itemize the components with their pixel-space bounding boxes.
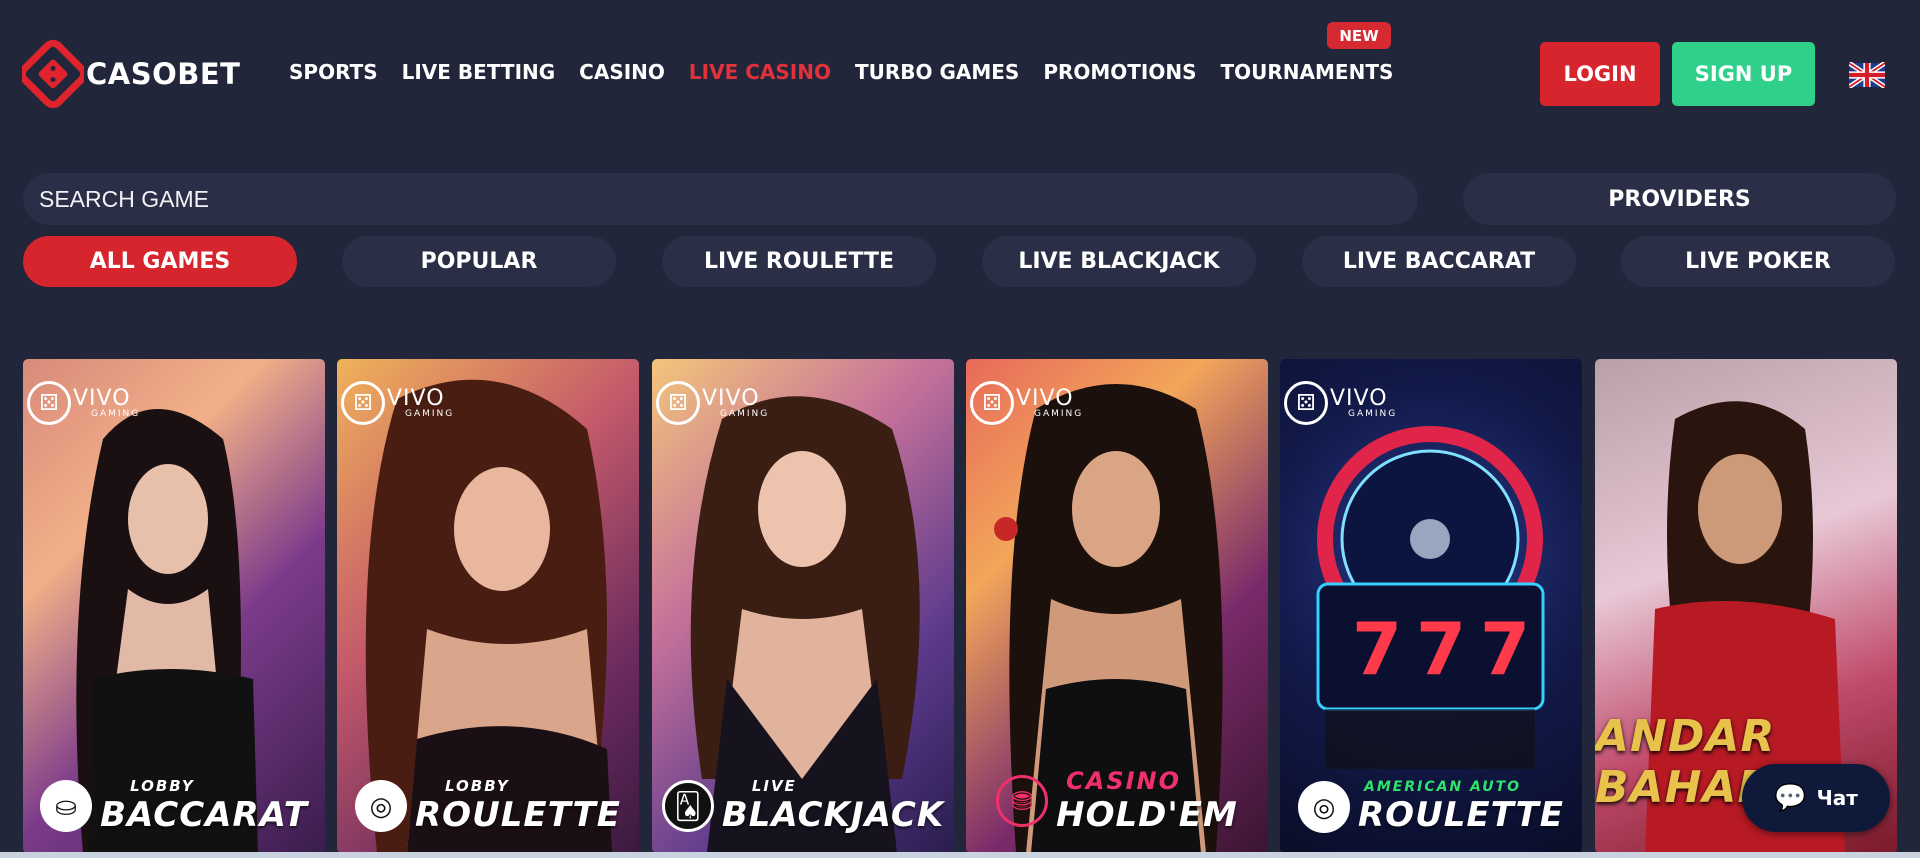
dice-icon: ⚄ xyxy=(656,381,700,425)
casobet-logo[interactable]: CASOBET xyxy=(22,36,240,111)
filter-popular[interactable]: POPULAR xyxy=(342,236,616,287)
login-button[interactable]: LOGIN xyxy=(1540,42,1660,106)
game-card[interactable]: ⚄ VIVO GAMING 🂡 LIVE BLACKJACK xyxy=(652,359,954,853)
game-card[interactable]: ⚄ VIVO GAMING ◎ LOBBY ROULETTE xyxy=(337,359,639,853)
dice-icon: ⚄ xyxy=(970,381,1014,425)
chat-button[interactable]: 💬 Чат xyxy=(1742,764,1890,832)
search-bar[interactable] xyxy=(23,173,1418,225)
new-badge: NEW xyxy=(1327,22,1391,49)
filter-live-baccarat[interactable]: LIVE BACCARAT xyxy=(1302,236,1576,287)
filter-live-blackjack[interactable]: LIVE BLACKJACK xyxy=(982,236,1256,287)
filter-all-games[interactable]: ALL GAMES xyxy=(23,236,297,287)
game-title-label: ⛃ CASINO HOLD'EM xyxy=(966,767,1268,835)
game-card[interactable]: 7 7 7 ⚄ VIVO GAMING ◎ AMERICAN AUTO ROULET… xyxy=(1280,359,1582,853)
nav-promotions[interactable]: PROMOTIONS xyxy=(1043,60,1196,84)
brand-name: CASOBET xyxy=(86,56,241,91)
chat-label: Чат xyxy=(1816,786,1858,810)
search-input[interactable] xyxy=(39,185,1418,213)
nav-live-betting[interactable]: LIVE BETTING xyxy=(402,60,556,84)
roulette-icon: ◎ xyxy=(1298,781,1350,833)
dice-icon: ⚄ xyxy=(1284,381,1328,425)
filter-live-poker[interactable]: LIVE POKER xyxy=(1621,236,1895,287)
svg-text:7: 7 xyxy=(1480,607,1530,691)
nav-turbo-games[interactable]: TURBO GAMES xyxy=(855,60,1019,84)
cards-icon: 🂡 xyxy=(661,780,714,832)
uk-flag-icon[interactable] xyxy=(1849,62,1885,88)
chat-bubble-icon: 💬 xyxy=(1774,783,1807,813)
nav-sports[interactable]: SPORTS xyxy=(289,60,378,84)
game-card[interactable]: ⚄ VIVO GAMING ⛀ LOBBY BACCARAT xyxy=(23,359,325,853)
game-title-label: ◎ LOBBY ROULETTE xyxy=(337,777,639,835)
game-title-label: ◎ AMERICAN AUTO ROULETTE xyxy=(1280,779,1582,835)
provider-logo: ⚄ VIVO GAMING xyxy=(27,381,140,425)
provider-logo: ⚄ VIVO GAMING xyxy=(656,381,769,425)
game-card[interactable]: ⚄ VIVO GAMING ⛃ CASINO HOLD'EM xyxy=(966,359,1268,853)
game-title-label: ⛀ LOBBY BACCARAT xyxy=(23,777,325,835)
chips-icon: ⛃ xyxy=(996,775,1049,827)
svg-text:7: 7 xyxy=(1352,607,1402,691)
roulette-icon: ◎ xyxy=(355,780,407,832)
main-nav: SPORTS LIVE BETTING CASINO LIVE CASINO T… xyxy=(289,60,1417,84)
bottom-strip xyxy=(0,852,1920,858)
dice-icon: ⚄ xyxy=(27,381,71,425)
provider-logo: ⚄ VIVO GAMING xyxy=(341,381,454,425)
game-title-label: 🂡 LIVE BLACKJACK xyxy=(652,777,954,835)
dice-icon: ⚄ xyxy=(341,381,385,425)
nav-tournaments[interactable]: TOURNAMENTS xyxy=(1221,60,1394,84)
chip-icon: ⛀ xyxy=(40,780,93,832)
providers-button[interactable]: PROVIDERS xyxy=(1463,173,1896,225)
filter-live-roulette[interactable]: LIVE ROULETTE xyxy=(662,236,936,287)
provider-logo: ⚄ VIVO GAMING xyxy=(970,381,1083,425)
provider-logo: ⚄ VIVO GAMING xyxy=(1284,381,1397,425)
site-header: CASOBET SPORTS LIVE BETTING CASINO LIVE … xyxy=(0,0,1920,150)
svg-text:7: 7 xyxy=(1416,607,1466,691)
logo-mark-icon xyxy=(22,39,84,109)
signup-button[interactable]: SIGN UP xyxy=(1672,42,1815,106)
nav-live-casino[interactable]: LIVE CASINO xyxy=(689,60,831,84)
nav-casino[interactable]: CASINO xyxy=(579,60,665,84)
